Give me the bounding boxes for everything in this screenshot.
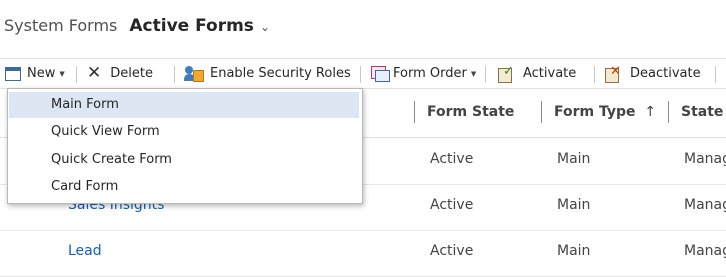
- enable-security-roles-label: Enable Security Roles: [210, 66, 351, 81]
- new-form-icon: [5, 66, 21, 81]
- column-header-form-type-label: Form Type: [554, 104, 636, 120]
- form-name-link[interactable]: Lead: [68, 243, 102, 259]
- menu-item-label: Quick View Form: [51, 124, 160, 139]
- toolbar-divider: [715, 66, 716, 83]
- menu-item-label: Main Form: [51, 97, 119, 112]
- delete-button[interactable]: ✕ Delete: [87, 59, 153, 88]
- menu-item-label: Card Form: [51, 179, 119, 194]
- menu-item-label: Quick Create Form: [51, 152, 172, 167]
- new-form-menu: Main Form Quick View Form Quick Create F…: [7, 88, 363, 204]
- toolbar-divider: [174, 66, 175, 83]
- command-bar: New ▼ ✕ Delete Enable Security Roles For…: [0, 58, 726, 89]
- caret-down-icon: ▼: [470, 69, 477, 78]
- form-state-cell: Active: [430, 197, 474, 213]
- state-cell: Manag: [684, 243, 726, 259]
- column-divider[interactable]: [541, 101, 542, 123]
- delete-x-icon: ✕: [87, 63, 102, 83]
- toolbar-divider: [76, 66, 77, 83]
- menu-item-quick-create-form[interactable]: Quick Create Form: [9, 147, 359, 173]
- form-order-button[interactable]: Form Order ▼: [371, 59, 476, 88]
- new-button[interactable]: New ▼: [5, 59, 65, 88]
- chevron-down-icon[interactable]: ⌄: [260, 20, 270, 34]
- table-row[interactable]: Lead Active Main Manag: [0, 230, 726, 277]
- caret-down-icon: ▼: [59, 69, 65, 78]
- state-cell: Manag: [684, 197, 726, 213]
- delete-button-label: Delete: [110, 66, 153, 81]
- activate-icon: ✓: [497, 64, 515, 83]
- state-cell: Manag: [684, 151, 726, 167]
- deactivate-button[interactable]: ✕ Deactivate: [604, 59, 701, 88]
- activate-label: Activate: [523, 66, 577, 81]
- form-order-icon: [371, 66, 390, 82]
- system-forms-label: System Forms: [4, 16, 118, 35]
- deactivate-icon: ✕: [604, 64, 622, 83]
- menu-item-card-form[interactable]: Card Form: [9, 174, 359, 200]
- deactivate-label: Deactivate: [630, 66, 701, 81]
- toolbar-divider: [485, 66, 486, 83]
- enable-security-roles-button[interactable]: Enable Security Roles: [184, 59, 351, 88]
- form-order-label: Form Order: [393, 66, 467, 81]
- column-header-state[interactable]: State: [681, 104, 723, 120]
- arrow-up-icon: ↑: [644, 104, 657, 120]
- form-type-cell: Main: [557, 151, 591, 167]
- menu-item-quick-view-form[interactable]: Quick View Form: [9, 119, 359, 145]
- activate-button[interactable]: ✓ Activate: [497, 59, 576, 88]
- form-state-cell: Active: [430, 151, 474, 167]
- view-title-bar: System Forms Active Forms ⌄: [4, 16, 270, 46]
- column-header-form-state[interactable]: Form State: [427, 104, 514, 120]
- form-type-cell: Main: [557, 197, 591, 213]
- new-button-label: New: [27, 66, 56, 81]
- column-divider[interactable]: [414, 101, 415, 123]
- form-type-cell: Main: [557, 243, 591, 259]
- active-forms-view-selector[interactable]: Active Forms: [129, 16, 254, 36]
- toolbar-divider: [360, 66, 361, 83]
- column-divider[interactable]: [668, 101, 669, 123]
- column-header-form-type[interactable]: Form Type ↑: [554, 104, 656, 120]
- toolbar-divider: [594, 66, 595, 83]
- menu-item-main-form[interactable]: Main Form: [9, 92, 359, 118]
- form-state-cell: Active: [430, 243, 474, 259]
- security-roles-icon: [184, 65, 204, 82]
